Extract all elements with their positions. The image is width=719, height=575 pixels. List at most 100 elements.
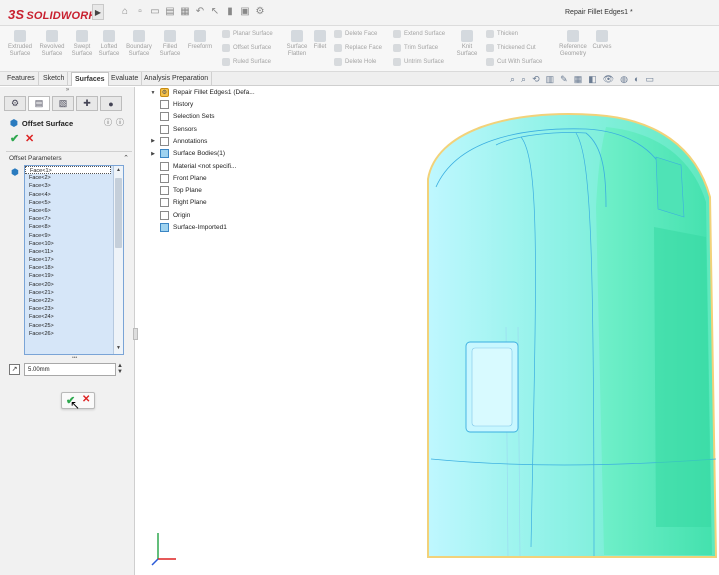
fillet-button[interactable]: Fillet [312,30,328,51]
rebuild-icon[interactable]: ▮ [225,6,235,18]
undo-icon[interactable]: ↶ [195,6,205,18]
face-list-item[interactable]: Face<26> [25,330,123,338]
face-list-item[interactable]: Face<8> [25,223,123,231]
tree-item-plane[interactable]: Front Plane [150,173,207,183]
tree-item-sensors[interactable]: Sensors [150,124,197,134]
display-style-icon[interactable]: ◧ [588,74,597,85]
dynamic-annotation-icon[interactable]: ✎ [560,74,568,85]
face-list-item[interactable]: Face<7> [25,215,123,223]
swept-surface-button[interactable]: Swept Surface [70,30,94,58]
filled-surface-button[interactable]: Filled Surface [158,30,182,58]
property-manager-tab-icon[interactable]: ▤ [28,96,50,111]
extend-surface-button[interactable]: Extend Surface [393,30,445,38]
list-scrollbar[interactable]: ▲ ▼ [113,166,123,354]
tab-surfaces[interactable]: Surfaces [71,72,109,86]
face-list-item[interactable]: Face<2> [25,174,123,182]
face-list-item[interactable]: Face<21> [25,289,123,297]
face-list-item[interactable]: Face<23> [25,305,123,313]
detailed-preview-icon[interactable]: ⓘ [116,117,124,128]
tab-sketch[interactable]: Sketch [40,72,69,86]
new-document-icon[interactable]: ▫ [135,6,145,18]
face-list-item[interactable]: Face<1> [25,166,111,175]
configuration-manager-tab-icon[interactable]: ▧ [52,96,74,111]
face-list-item[interactable]: Face<5> [25,199,123,207]
tree-item-selection-sets[interactable]: Selection Sets [150,112,215,122]
chevron-up-icon[interactable]: ⌃ [123,154,129,162]
reference-geometry-button[interactable]: Reference Geometry [556,30,590,58]
tree-item-history[interactable]: History [150,100,193,109]
apply-scene-icon[interactable]: ◐ [634,74,639,85]
face-list-item[interactable]: Face<4> [25,191,123,199]
view-orientation-icon[interactable]: ▦ [574,74,583,85]
lofted-surface-button[interactable]: Lofted Surface [97,30,121,58]
offset-distance-input[interactable]: 5.00mm [24,363,116,376]
distance-spinner[interactable]: ▲ ▼ [117,363,123,375]
view-settings-icon[interactable]: ▭ [645,74,654,85]
delete-hole-button[interactable]: Delete Hole [334,58,376,66]
edit-appearance-icon[interactable]: ◍ [620,74,628,85]
tree-item-plane[interactable]: Top Plane [150,186,202,196]
menu-arrow-icon[interactable]: ▶ [92,4,104,20]
scroll-up-icon[interactable]: ▲ [114,167,123,175]
face-selection-list[interactable]: Face<1> Face<2> Face<3> Face<4> Face<5> Face<… [24,165,124,355]
thickened-cut-button[interactable]: Thickened Cut [486,44,536,52]
thicken-button[interactable]: Thicken [486,30,518,38]
hide-show-items-icon[interactable]: 👁 [603,74,614,85]
collapse-arrow-icon[interactable]: ▼ [150,90,156,96]
ruled-surface-button[interactable]: Ruled Surface [222,58,271,66]
expand-arrow-icon[interactable]: ▶ [150,138,156,144]
zoom-to-fit-icon[interactable]: ⌕ [510,74,515,85]
face-list-item[interactable]: Face<9> [25,232,123,240]
cut-with-surface-button[interactable]: Cut With Surface [486,58,542,66]
face-list-item[interactable]: Face<6> [25,207,123,215]
face-list-item[interactable]: Face<19> [25,272,123,280]
list-resize-grip[interactable]: ••• [72,355,77,361]
file-properties-icon[interactable]: ▣ [240,6,250,18]
curves-button[interactable]: Curves [592,30,612,51]
reverse-direction-icon[interactable]: ↗ [9,364,20,375]
scroll-down-icon[interactable]: ▼ [114,345,123,353]
previous-view-icon[interactable]: ⟲ [532,74,540,85]
zoom-to-area-icon[interactable]: ⌕ [521,74,526,85]
face-list-item[interactable]: Face<11> [25,248,123,256]
tab-analysis-preparation[interactable]: Analysis Preparation [141,72,213,86]
tree-item-annotations[interactable]: ▶ Annotations [150,136,207,146]
tree-item-material[interactable]: Material <not specifi... [150,161,236,171]
popup-cancel-button[interactable]: ✕ [82,394,90,405]
dimxpert-tab-icon[interactable]: ✚ [76,96,98,111]
tab-features[interactable]: Features [4,72,39,86]
freeform-button[interactable]: Freeform [186,30,214,51]
tree-item-surface-imported[interactable]: Surface-Imported1 [150,223,227,232]
solidworks-logo[interactable]: 3S SOLIDWORKS [8,7,104,22]
open-icon[interactable]: ▭ [150,6,160,18]
home-icon[interactable]: ⌂ [120,6,130,18]
expand-arrow-icon[interactable]: ▶ [150,151,156,157]
tree-item-plane[interactable]: Right Plane [150,198,207,208]
offset-parameters-group[interactable]: Offset Parameters ⌃ [6,151,132,163]
knit-surface-button[interactable]: Knit Surface [455,30,479,58]
revolved-surface-button[interactable]: Revolved Surface [38,30,66,58]
boundary-surface-button[interactable]: Boundary Surface [124,30,154,58]
surface-flatten-button[interactable]: Surface Flatten [284,30,310,58]
help-icon[interactable]: ⓘ [104,117,112,128]
tree-item-surface-bodies[interactable]: ▶ Surface Bodies(1) [150,149,225,159]
tree-item-origin[interactable]: Origin [150,210,190,220]
tree-root[interactable]: ▼ ⚙ Repair Fillet Edges1 (Defa... [150,88,255,97]
trim-surface-button[interactable]: Trim Surface [393,44,438,52]
face-list-item[interactable]: Face<22> [25,297,123,305]
ok-button[interactable]: ✔ [10,132,19,145]
graphics-area[interactable] [136,87,719,575]
untrim-surface-button[interactable]: Untrim Surface [393,58,444,66]
offset-surface-button[interactable]: Offset Surface [222,44,271,52]
options-gear-icon[interactable]: ⚙ [255,6,265,18]
face-list-item[interactable]: Face<10> [25,240,123,248]
face-list-item[interactable]: Face<17> [25,256,123,264]
panel-collapse-handle[interactable]: » [0,87,135,95]
replace-face-button[interactable]: Replace Face [334,44,382,52]
display-manager-tab-icon[interactable]: ● [100,96,122,111]
feature-manager-tab-icon[interactable]: ⚙ [4,96,26,111]
extruded-surface-button[interactable]: Extruded Surface [6,30,34,58]
scroll-thumb[interactable] [115,178,122,248]
select-icon[interactable]: ↖ [210,6,220,18]
face-list-item[interactable]: Face<25> [25,322,123,330]
